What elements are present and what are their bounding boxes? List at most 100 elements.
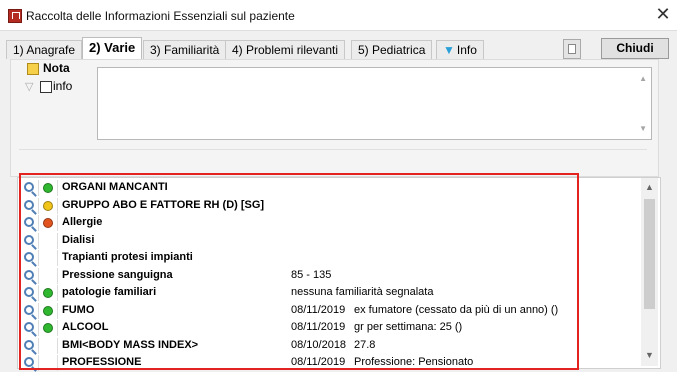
status-cell: [39, 250, 58, 266]
status-cell: [39, 302, 58, 319]
chiudi-button[interactable]: Chiudi: [601, 38, 669, 59]
status-dot-icon: [43, 218, 53, 228]
row-label: GRUPPO ABO E FATTORE RH (D) [SG]: [62, 198, 265, 211]
status-dot-icon: [43, 323, 53, 333]
list-item[interactable]: Trapianti protesi impianti: [18, 250, 638, 267]
info-list: ORGANI MANCANTI GRUPPO ABO E FATTORE RH (…: [17, 177, 661, 372]
filter-icon: ▼: [443, 43, 455, 57]
row-date: 08/11/2019: [291, 356, 346, 368]
window-title: Raccolta delle Informazioni Essenziali s…: [26, 9, 295, 23]
magnifier-cell[interactable]: [20, 285, 39, 301]
list-item[interactable]: Pressione sanguigna 85 - 135: [18, 267, 638, 285]
status-cell: [39, 355, 58, 371]
list-item[interactable]: ALCOOL 08/11/2019 gr per settimana: 25 (): [18, 320, 638, 337]
row-description: 27.8: [354, 338, 376, 351]
magnifier-cell[interactable]: [20, 250, 39, 266]
scroll-thumb[interactable]: [644, 199, 655, 309]
row-label: Dialisi: [62, 233, 95, 246]
magnifier-cell[interactable]: [20, 337, 39, 354]
status-cell: [39, 337, 58, 354]
magnifier-icon: [24, 322, 34, 332]
list-item[interactable]: BMI<BODY MASS INDEX> 08/10/2018 27.8: [18, 337, 638, 355]
magnifier-cell[interactable]: [20, 355, 39, 371]
list-item[interactable]: ORGANI MANCANTI: [18, 180, 638, 197]
row-label: BMI<BODY MASS INDEX>: [62, 338, 199, 351]
magnifier-icon: [24, 287, 34, 297]
row-label: ORGANI MANCANTI: [62, 181, 168, 193]
row-label: Pressione sanguigna: [62, 268, 173, 281]
magnifier-icon: [24, 304, 34, 315]
scroll-down-icon[interactable]: ▼: [641, 350, 658, 360]
magnifier-cell[interactable]: [20, 180, 39, 196]
note-textarea[interactable]: ▲ ▼: [97, 67, 652, 140]
tab-varie[interactable]: 2) Varie: [82, 37, 143, 59]
note-icon: [27, 63, 39, 75]
row-description: Professione: Pensionato: [354, 356, 474, 368]
list-item[interactable]: FUMO 08/11/2019 ex fumatore (cessato da pi…: [18, 302, 638, 320]
status-cell: [39, 285, 58, 301]
row-date: 08/11/2019: [291, 321, 346, 333]
row-date: 08/10/2018: [291, 338, 347, 351]
magnifier-cell[interactable]: [20, 320, 39, 336]
status-dot-icon: [43, 288, 53, 298]
row-description: gr per settimana: 25 (): [354, 321, 463, 333]
list-item[interactable]: GRUPPO ABO E FATTORE RH (D) [SG]: [18, 197, 638, 215]
magnifier-icon: [24, 234, 34, 245]
row-label: Allergie: [62, 216, 103, 228]
tab-problemi-rilevanti[interactable]: 4) Problemi rilevanti: [225, 40, 346, 59]
status-cell: [39, 267, 58, 284]
status-dot-icon: [43, 200, 53, 211]
tab-pediatrica[interactable]: 5) Pediatrica: [351, 40, 433, 59]
note-panel: Nota ▽ info ▲ ▼: [10, 59, 659, 177]
info-checkbox-label: info: [53, 79, 73, 93]
magnifier-cell[interactable]: [20, 215, 39, 231]
row-label: patologie familiari: [62, 286, 157, 298]
close-window-button[interactable]: ✕: [653, 4, 673, 24]
app-icon: [8, 9, 22, 23]
tab-anagrafe[interactable]: 1) Anagrafe: [6, 40, 83, 59]
status-dot-icon: [43, 305, 53, 316]
tab-bar: 1) Anagrafe 2) Varie 3) Familiarità 4) P…: [6, 37, 671, 59]
status-cell: [39, 215, 58, 231]
row-label: PROFESSIONE: [62, 356, 142, 368]
status-cell: [39, 180, 58, 196]
magnifier-icon: [24, 269, 34, 280]
pin-icon: ▽: [25, 81, 34, 93]
status-cell: [39, 320, 58, 336]
title-bar: Raccolta delle Informazioni Essenziali s…: [0, 0, 677, 31]
row-label: FUMO: [62, 303, 95, 316]
list-item[interactable]: Allergie: [18, 215, 638, 232]
scroll-down-icon[interactable]: ▼: [639, 124, 647, 133]
status-dot-icon: [43, 183, 53, 193]
row-value: nessuna familiarità segnalata: [291, 286, 434, 298]
magnifier-cell[interactable]: [20, 197, 39, 214]
note-header: Nota: [43, 61, 70, 75]
magnifier-icon: [24, 199, 34, 210]
magnifier-cell[interactable]: [20, 267, 39, 284]
magnifier-cell[interactable]: [20, 302, 39, 319]
status-cell: [39, 197, 58, 214]
list-item[interactable]: patologie familiari nessuna familiarità s…: [18, 285, 638, 302]
scroll-up-icon[interactable]: ▲: [641, 182, 658, 192]
info-checkbox[interactable]: [40, 81, 52, 93]
row-date: 08/11/2019: [291, 303, 346, 316]
magnifier-icon: [24, 217, 34, 227]
tab-familiarita[interactable]: 3) Familiarità: [143, 40, 227, 59]
print-icon[interactable]: [563, 39, 581, 59]
list-item[interactable]: PROFESSIONE 08/11/2019 Professione: Pensi…: [18, 355, 638, 372]
row-label: Trapianti protesi impianti: [62, 251, 193, 263]
status-cell: [39, 232, 58, 249]
list-scrollbar[interactable]: ▲ ▼: [641, 178, 658, 366]
magnifier-icon: [24, 252, 34, 262]
list-item[interactable]: Dialisi: [18, 232, 638, 250]
magnifier-icon: [24, 339, 34, 350]
row-value: 85 - 135: [291, 268, 332, 281]
magnifier-icon: [24, 357, 34, 367]
row-description: ex fumatore (cessato da più di un anno) …: [354, 303, 559, 316]
scroll-up-icon[interactable]: ▲: [639, 74, 647, 83]
magnifier-cell[interactable]: [20, 232, 39, 249]
row-label: ALCOOL: [62, 321, 109, 333]
tab-info[interactable]: ▼ Info: [436, 40, 484, 59]
magnifier-icon: [24, 182, 34, 192]
divider: [19, 149, 647, 150]
